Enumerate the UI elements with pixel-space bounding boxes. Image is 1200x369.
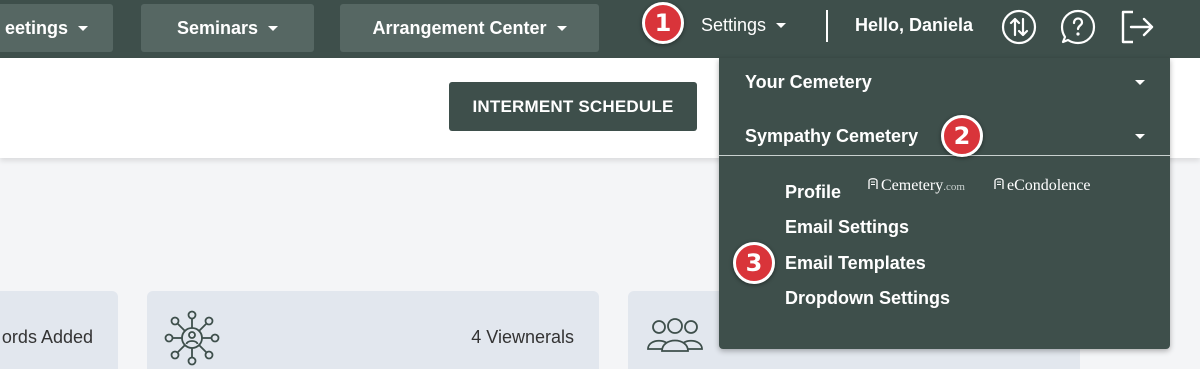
arrangement-center-label: Arrangement Center bbox=[372, 17, 547, 38]
arrangement-center-menu-button[interactable]: Arrangement Center bbox=[340, 4, 599, 52]
menu-item-profile[interactable]: Profile bbox=[785, 182, 841, 203]
caret-down-icon bbox=[776, 23, 787, 28]
cemetery-logo-mark-icon bbox=[868, 178, 878, 189]
settings-label: Settings bbox=[701, 15, 767, 35]
section-label: Your Cemetery bbox=[745, 72, 872, 92]
econdolence-brand-text: eCondolence bbox=[1007, 177, 1091, 194]
top-nav-bar: eetings Seminars Arrangement Center Sett… bbox=[0, 0, 1200, 58]
section-label: Sympathy Cemetery bbox=[745, 126, 919, 146]
menu-item-email-settings[interactable]: Email Settings bbox=[785, 217, 909, 238]
group-people-icon bbox=[646, 317, 704, 355]
dropdown-divider bbox=[719, 155, 1170, 156]
seminars-label: Seminars bbox=[176, 17, 259, 38]
callout-badge-2: 2 bbox=[941, 115, 983, 157]
meetings-menu-button[interactable]: eetings bbox=[0, 4, 113, 52]
records-added-card[interactable]: ords Added bbox=[0, 291, 118, 369]
econdolence-logo: eCondolence bbox=[993, 176, 1091, 195]
menu-item-email-templates[interactable]: Email Templates bbox=[785, 253, 926, 274]
callout-badge-3: 3 bbox=[733, 242, 775, 284]
meetings-label: eetings bbox=[4, 17, 69, 38]
seminars-menu-button[interactable]: Seminars bbox=[141, 4, 314, 52]
interment-schedule-button[interactable]: INTERMENT SCHEDULE bbox=[449, 82, 697, 131]
card-text: 4 Viewnerals bbox=[471, 327, 574, 347]
econdolence-logo-mark-icon bbox=[994, 178, 1004, 189]
card-text: ords Added bbox=[1, 327, 93, 347]
caret-down-icon bbox=[78, 25, 89, 31]
logout-icon[interactable] bbox=[1118, 8, 1156, 46]
cemetery-com-logo: Cemetery .com bbox=[867, 176, 965, 195]
caret-down-icon bbox=[1135, 134, 1145, 139]
network-people-icon bbox=[163, 309, 221, 367]
user-greeting: Hello, Daniela bbox=[855, 15, 974, 35]
help-icon[interactable] bbox=[1059, 8, 1097, 46]
settings-menu-button[interactable]: Settings bbox=[701, 15, 787, 36]
caret-down-icon bbox=[1135, 80, 1145, 85]
viewnerals-card[interactable]: 4 Viewnerals bbox=[147, 291, 599, 369]
callout-badge-1: 1 bbox=[642, 2, 684, 44]
caret-down-icon bbox=[556, 25, 567, 31]
dropdown-section-your-cemetery[interactable]: Your Cemetery bbox=[745, 72, 1145, 93]
caret-down-icon bbox=[268, 25, 279, 31]
sort-arrows-icon[interactable] bbox=[1000, 8, 1038, 46]
settings-dropdown-menu: Your Cemetery Sympathy Cemetery Profile … bbox=[719, 58, 1170, 349]
cemetery-brand-text: Cemetery bbox=[881, 177, 944, 194]
menu-item-dropdown-settings[interactable]: Dropdown Settings bbox=[785, 288, 950, 309]
nav-divider bbox=[826, 10, 828, 42]
cemetery-brand-suffix: .com bbox=[943, 181, 965, 193]
